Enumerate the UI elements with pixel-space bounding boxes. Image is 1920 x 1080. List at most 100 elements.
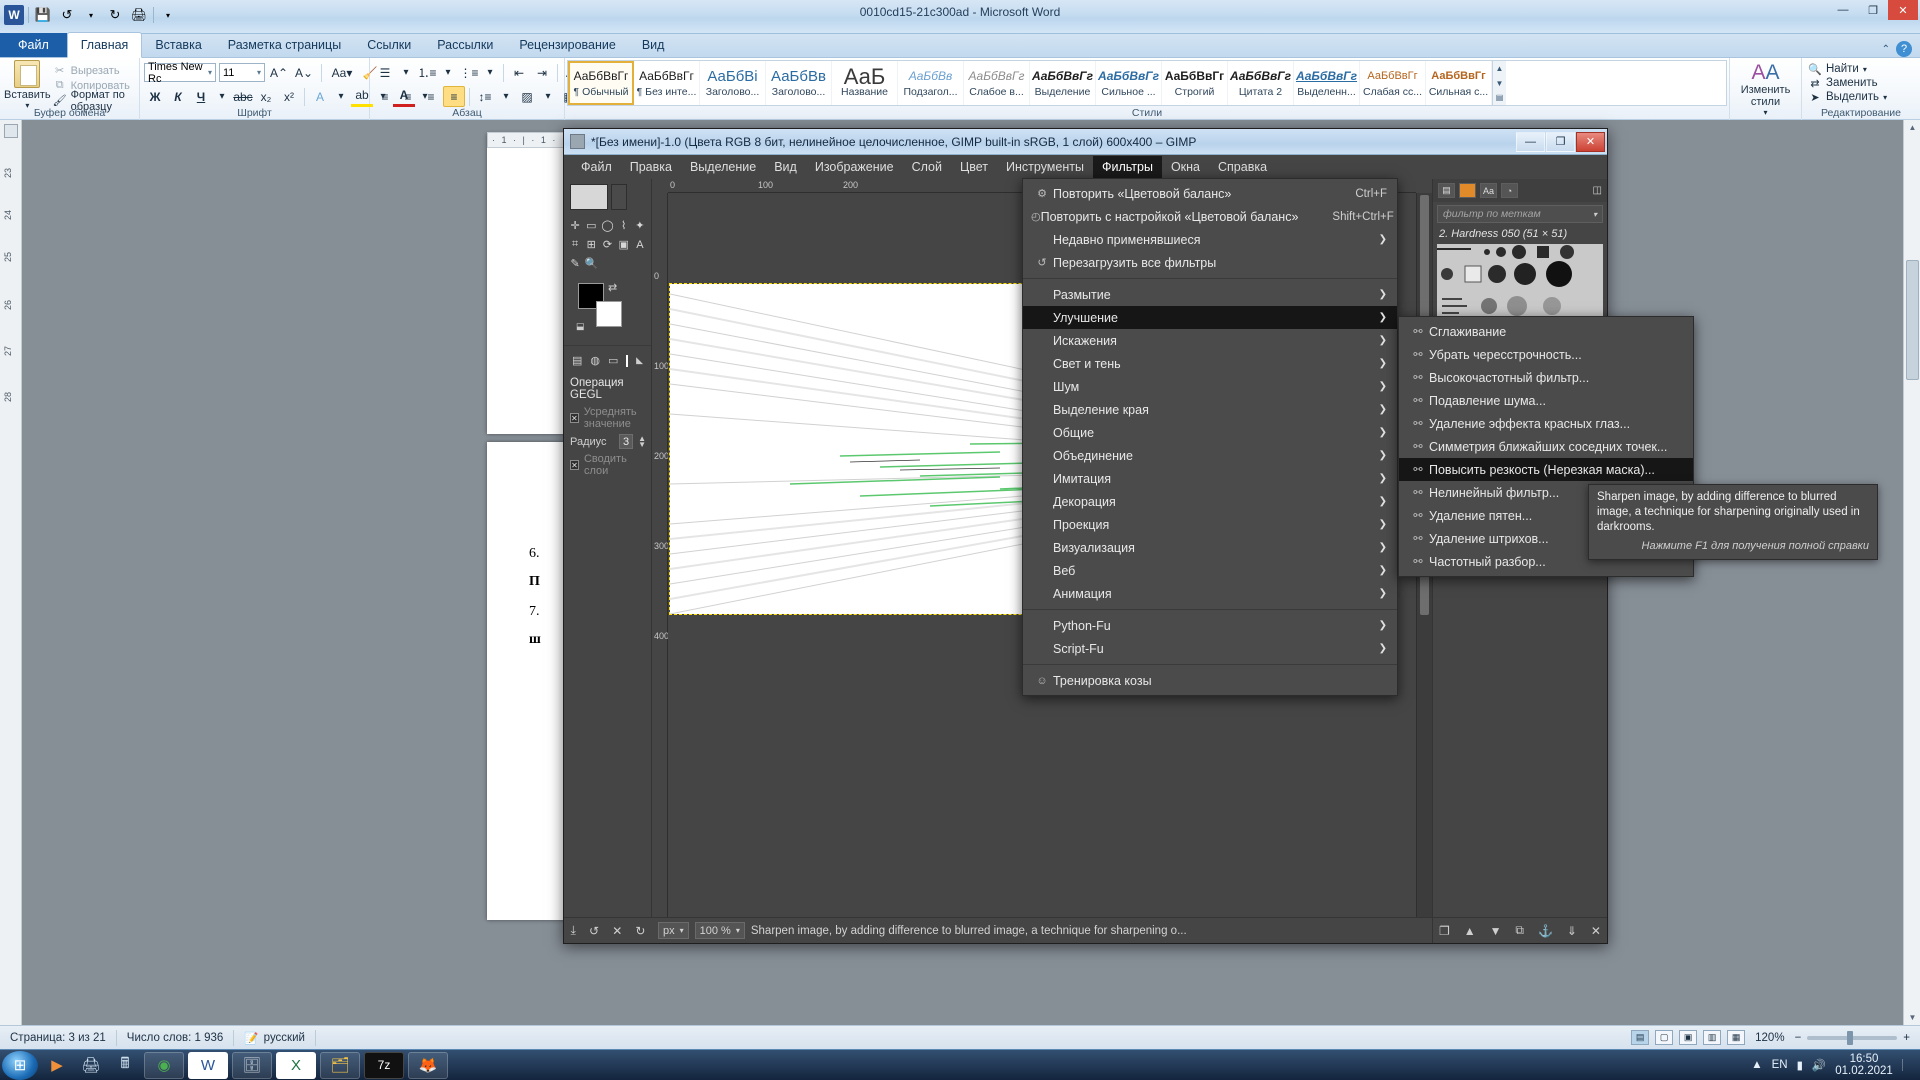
image-thumbnail-secondary[interactable] — [611, 184, 627, 210]
gimp-icon[interactable]: 🦊 — [408, 1051, 448, 1079]
menu-item[interactable]: ↺ Перезагрузить все фильтры — [1023, 251, 1397, 274]
paste-button[interactable]: Вставить ▾ — [4, 60, 51, 110]
average-value-checkbox-row[interactable]: ✕ Усреднять значение — [564, 404, 651, 432]
unified-transform-tool-icon[interactable]: ⊞ — [583, 235, 599, 254]
zoom-chevron-down-icon[interactable]: ▾ — [736, 926, 740, 935]
gimp-menu-select[interactable]: Выделение — [681, 156, 765, 178]
font-size-combo[interactable]: 11 ▾ — [219, 63, 265, 82]
cut-button[interactable]: ✂ Вырезать — [51, 63, 135, 78]
gimp-menu-image[interactable]: Изображение — [806, 156, 903, 178]
text-effects-button[interactable]: A — [309, 86, 331, 107]
zoom-slider[interactable] — [1807, 1030, 1898, 1045]
word-icon[interactable]: W — [188, 1051, 228, 1079]
folder-icon[interactable]: 🗂 — [320, 1051, 360, 1079]
grow-font-button[interactable]: A⌃ — [268, 62, 290, 83]
gimp-toolbox[interactable]: ✛ ▭ ◯ ⌇ ✦ ⌗ ⊞ ⟳ ▣ A ✎ 🔍 ⇄ ⬓ ▤ ◍ ▭ ◣ Опер… — [564, 179, 652, 943]
style-item[interactable]: АаБбВвГг ¶ Обычный — [568, 61, 634, 105]
view-draft-button[interactable]: ▦ — [1727, 1030, 1746, 1045]
rect-select-tool-icon[interactable]: ▭ — [583, 216, 599, 235]
gimp-window-controls[interactable]: — ❐ ✕ — [1515, 131, 1605, 152]
tab-page-layout[interactable]: Разметка страницы — [215, 33, 354, 57]
tab-review[interactable]: Рецензирование — [506, 33, 629, 57]
menu-item[interactable]: Улучшение ❯ — [1023, 306, 1397, 329]
restore-tool-preset-icon[interactable]: ↺ — [589, 924, 599, 938]
view-web-layout-button[interactable]: ▣ — [1679, 1030, 1698, 1045]
tab-references[interactable]: Ссылки — [354, 33, 424, 57]
dock-tab-strip[interactable]: ▤ Aa ◔ ◫ — [1433, 179, 1607, 202]
menu-item[interactable]: Script-Fu ❯ — [1023, 637, 1397, 660]
rotate-tool-icon[interactable]: ⟳ — [599, 235, 615, 254]
media-player-icon[interactable]: ▶ — [42, 1052, 72, 1079]
zoom-selector[interactable]: 100 % ▾ — [694, 922, 745, 939]
gallery-scroll-down-icon[interactable]: ▼ — [1493, 76, 1506, 91]
tab-selector-icon[interactable] — [4, 124, 18, 138]
zoom-in-icon[interactable]: + — [1903, 1032, 1910, 1044]
view-outline-button[interactable]: ▥ — [1703, 1030, 1722, 1045]
gallery-scroll-up-icon[interactable]: ▲ — [1493, 61, 1506, 76]
gimp-status-bar[interactable]: px ▾ 100 % ▾ Sharpen image, by adding di… — [652, 917, 1432, 943]
active-pattern-swatch[interactable] — [626, 354, 629, 367]
reset-tool-options-icon[interactable]: ↻ — [635, 924, 645, 938]
shading-button[interactable]: ▨ — [516, 86, 538, 107]
menu-item[interactable]: Имитация ❯ — [1023, 467, 1397, 490]
database-icon[interactable]: 🗄 — [232, 1051, 272, 1079]
brush-indicator-icon[interactable]: ▤ — [572, 354, 582, 367]
ribbon-tab-strip[interactable]: Файл Главная Вставка Разметка страницы С… — [0, 32, 1920, 58]
anchor-layer-icon[interactable]: ⚓ — [1538, 924, 1553, 938]
gimp-menu-windows[interactable]: Окна — [1162, 156, 1209, 178]
menu-item[interactable]: Декорация ❯ — [1023, 490, 1397, 513]
brush-grid[interactable] — [1437, 244, 1603, 322]
shading-chevron-icon[interactable]: ▾ — [539, 86, 557, 107]
7zip-icon[interactable]: 7z — [364, 1051, 404, 1079]
gradient-tool-icon[interactable] — [599, 254, 615, 273]
tab-view[interactable]: Вид — [629, 33, 678, 57]
raise-layer-icon[interactable]: ▲ — [1464, 924, 1476, 938]
bullets-button[interactable]: ☰ — [374, 62, 396, 83]
chrome-icon[interactable]: ◉ — [144, 1051, 184, 1079]
system-tray[interactable]: ▲ EN ▮ 🔊 16:50 01.02.2021 — [1751, 1053, 1920, 1077]
numbering-button[interactable]: ⒈≡ — [416, 62, 438, 83]
menu-item[interactable]: Веб ❯ — [1023, 559, 1397, 582]
style-item[interactable]: АаБбВвГг Цитата 2 — [1228, 61, 1294, 105]
volume-icon[interactable]: 🔊 — [1812, 1058, 1826, 1072]
tab-file[interactable]: Файл — [0, 33, 67, 57]
styles-gallery-scrollbar[interactable]: ▲ ▼ ▤ — [1492, 61, 1506, 105]
status-page[interactable]: Страница: 3 из 21 — [0, 1029, 117, 1046]
scroll-up-icon[interactable]: ▲ — [1904, 120, 1920, 135]
image-thumbnails-row[interactable] — [564, 179, 651, 214]
menu-item[interactable]: Python-Fu ❯ — [1023, 614, 1397, 637]
view-print-layout-button[interactable]: ▤ — [1631, 1030, 1650, 1045]
eraser-tool-icon[interactable] — [632, 254, 648, 273]
color-picker-tool-icon[interactable]: 🔍 — [583, 254, 599, 273]
crop-tool-icon[interactable]: ⌗ — [567, 235, 583, 254]
superscript-button[interactable]: x² — [278, 86, 300, 107]
brush-pattern-row[interactable]: ▤ ◍ ▭ ◣ — [564, 345, 651, 371]
gradient-indicator-icon[interactable]: ▭ — [608, 354, 618, 367]
dock-tab-fonts-icon[interactable]: Aa — [1480, 183, 1497, 198]
close-icon[interactable]: ✕ — [570, 460, 579, 470]
flatten-layers-checkbox-row[interactable]: ✕ Сводить слои — [564, 451, 651, 479]
bold-button[interactable]: Ж — [144, 86, 166, 107]
gimp-maximize-button[interactable]: ❐ — [1546, 131, 1575, 152]
layers-bottom-bar[interactable]: ❐ ▲ ▼ ⧉ ⚓ ⇓ ✕ — [1433, 917, 1607, 943]
change-case-button[interactable]: Aa▾ — [328, 62, 356, 83]
style-item[interactable]: АаБ Название — [832, 61, 898, 105]
gimp-menu-filters[interactable]: Фильтры — [1092, 156, 1162, 178]
gimp-menu-colors[interactable]: Цвет — [951, 156, 997, 178]
strikethrough-button[interactable]: abc — [232, 86, 254, 107]
menu-item[interactable]: Выделение края ❯ — [1023, 398, 1397, 421]
scroll-thumb[interactable] — [1906, 260, 1919, 380]
duplicate-layer-icon[interactable]: ⧉ — [1515, 923, 1524, 938]
change-styles-button[interactable]: AA Изменить стили ▾ — [1734, 62, 1797, 118]
align-justify-button[interactable]: ≡ — [443, 86, 465, 107]
filters-dropdown-menu[interactable]: ⚙ Повторить «Цветовой баланс» Ctrl+F ◴ Повто… — [1022, 178, 1398, 696]
gimp-close-button[interactable]: ✕ — [1576, 131, 1605, 152]
style-item[interactable]: АаБбВвГг Выделенн... — [1294, 61, 1360, 105]
menu-item[interactable]: ⚯ Высокочастотный фильтр... — [1399, 366, 1693, 389]
tab-insert[interactable]: Вставка — [142, 33, 214, 57]
menu-item[interactable]: ☺ Тренировка козы — [1023, 669, 1397, 692]
tab-home[interactable]: Главная — [66, 32, 143, 58]
dock-tab-brushes-icon[interactable]: ▤ — [1438, 183, 1455, 198]
dock-menu-icon[interactable]: ◫ — [1593, 185, 1602, 196]
gimp-menu-file[interactable]: Файл — [572, 156, 621, 178]
